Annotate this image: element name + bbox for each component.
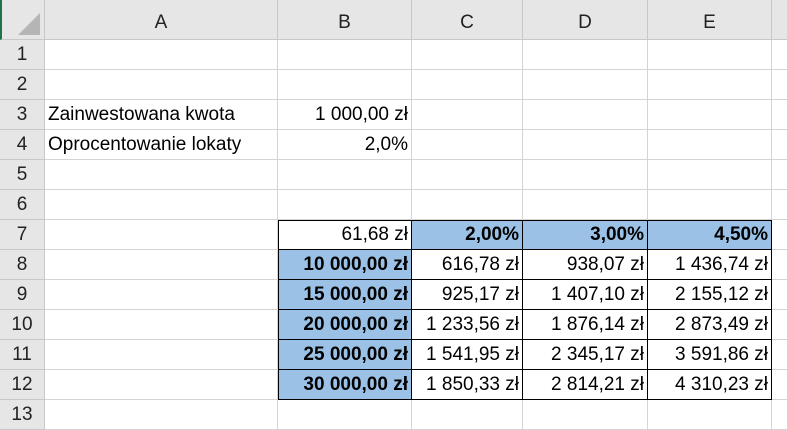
cell-A3[interactable]: Zainwestowana kwota <box>45 100 278 130</box>
row-header-10[interactable]: 10 <box>0 310 45 340</box>
cell-D12[interactable]: 2 814,21 zł <box>523 370 648 400</box>
cell-D8[interactable]: 938,07 zł <box>523 250 648 280</box>
cell-B10[interactable]: 20 000,00 zł <box>278 310 412 340</box>
column-header-A[interactable]: A <box>45 0 278 40</box>
cell-C8[interactable]: 616,78 zł <box>412 250 523 280</box>
cell-B8[interactable]: 10 000,00 zł <box>278 250 412 280</box>
cell-D10[interactable]: 1 876,14 zł <box>523 310 648 340</box>
cell-B3[interactable]: 1 000,00 zł <box>278 100 412 130</box>
cell-E8[interactable]: 1 436,74 zł <box>648 250 772 280</box>
cell-B12[interactable]: 30 000,00 zł <box>278 370 412 400</box>
row-header-12[interactable]: 12 <box>0 370 45 400</box>
cell-C10[interactable]: 1 233,56 zł <box>412 310 523 340</box>
cell[interactable] <box>45 160 278 190</box>
cell[interactable] <box>523 100 648 130</box>
cell-B9[interactable]: 15 000,00 zł <box>278 280 412 310</box>
cell[interactable] <box>45 70 278 100</box>
cell[interactable] <box>523 190 648 220</box>
row-header-4[interactable]: 4 <box>0 130 45 160</box>
cell[interactable] <box>412 130 523 160</box>
row-header-1[interactable]: 1 <box>0 40 45 70</box>
cell[interactable] <box>523 160 648 190</box>
cell-D7[interactable]: 3,00% <box>523 220 648 250</box>
column-header-D[interactable]: D <box>523 0 648 40</box>
cell[interactable] <box>772 310 787 340</box>
cell[interactable] <box>772 400 787 430</box>
cell[interactable] <box>412 40 523 70</box>
row-header-6[interactable]: 6 <box>0 190 45 220</box>
cell-E12[interactable]: 4 310,23 zł <box>648 370 772 400</box>
cell-D9[interactable]: 1 407,10 zł <box>523 280 648 310</box>
column-header-F[interactable] <box>772 0 787 40</box>
select-all-button[interactable] <box>0 0 45 40</box>
cell[interactable] <box>772 70 787 100</box>
cell[interactable] <box>648 40 772 70</box>
row-header-11[interactable]: 11 <box>0 340 45 370</box>
cell[interactable] <box>45 190 278 220</box>
cell-E11[interactable]: 3 591,86 zł <box>648 340 772 370</box>
cell[interactable] <box>412 160 523 190</box>
cell[interactable] <box>45 280 278 310</box>
cell[interactable] <box>772 190 787 220</box>
cell[interactable] <box>648 190 772 220</box>
cell[interactable] <box>45 340 278 370</box>
cell[interactable] <box>523 400 648 430</box>
cell-C7[interactable]: 2,00% <box>412 220 523 250</box>
cell-E7[interactable]: 4,50% <box>648 220 772 250</box>
cell-E10[interactable]: 2 873,49 zł <box>648 310 772 340</box>
cell-A4[interactable]: Oprocentowanie lokaty <box>45 130 278 160</box>
row-header-7[interactable]: 7 <box>0 220 45 250</box>
cell[interactable] <box>278 70 412 100</box>
cell[interactable] <box>772 100 787 130</box>
cell[interactable] <box>772 340 787 370</box>
row-header-5[interactable]: 5 <box>0 160 45 190</box>
cell[interactable] <box>772 280 787 310</box>
cell-C11[interactable]: 1 541,95 zł <box>412 340 523 370</box>
cell[interactable] <box>648 130 772 160</box>
cell[interactable] <box>278 190 412 220</box>
cell[interactable] <box>772 160 787 190</box>
column-header-C[interactable]: C <box>412 0 523 40</box>
cell[interactable] <box>523 40 648 70</box>
cell[interactable] <box>278 40 412 70</box>
cell[interactable] <box>648 70 772 100</box>
cell[interactable] <box>45 220 278 250</box>
cell-C9[interactable]: 925,17 zł <box>412 280 523 310</box>
cell-B4[interactable]: 2,0% <box>278 130 412 160</box>
cell[interactable] <box>523 130 648 160</box>
cell-B7[interactable]: 61,68 zł <box>278 220 412 250</box>
cell[interactable] <box>772 130 787 160</box>
cell[interactable] <box>648 160 772 190</box>
cell-D11[interactable]: 2 345,17 zł <box>523 340 648 370</box>
cell[interactable] <box>772 250 787 280</box>
row-header-13[interactable]: 13 <box>0 400 45 430</box>
cell-B11[interactable]: 25 000,00 zł <box>278 340 412 370</box>
cell-C12[interactable]: 1 850,33 zł <box>412 370 523 400</box>
cell[interactable] <box>772 40 787 70</box>
cell[interactable] <box>278 160 412 190</box>
cell[interactable] <box>648 100 772 130</box>
cell[interactable] <box>772 220 787 250</box>
column-header-B[interactable]: B <box>278 0 412 40</box>
cell[interactable] <box>45 400 278 430</box>
cell[interactable] <box>412 190 523 220</box>
cell[interactable] <box>412 400 523 430</box>
cell[interactable] <box>45 250 278 280</box>
row-header-8[interactable]: 8 <box>0 250 45 280</box>
cell[interactable] <box>772 370 787 400</box>
row-header-2[interactable]: 2 <box>0 70 45 100</box>
cell-E9[interactable]: 2 155,12 zł <box>648 280 772 310</box>
cell[interactable] <box>45 310 278 340</box>
cell[interactable] <box>45 370 278 400</box>
column-header-E[interactable]: E <box>648 0 772 40</box>
cell[interactable] <box>412 70 523 100</box>
cell[interactable] <box>278 400 412 430</box>
row-header-9[interactable]: 9 <box>0 280 45 310</box>
cell[interactable] <box>45 40 278 70</box>
cell[interactable] <box>648 400 772 430</box>
cell[interactable] <box>412 100 523 130</box>
cell[interactable] <box>523 70 648 100</box>
row-header-3[interactable]: 3 <box>0 100 45 130</box>
